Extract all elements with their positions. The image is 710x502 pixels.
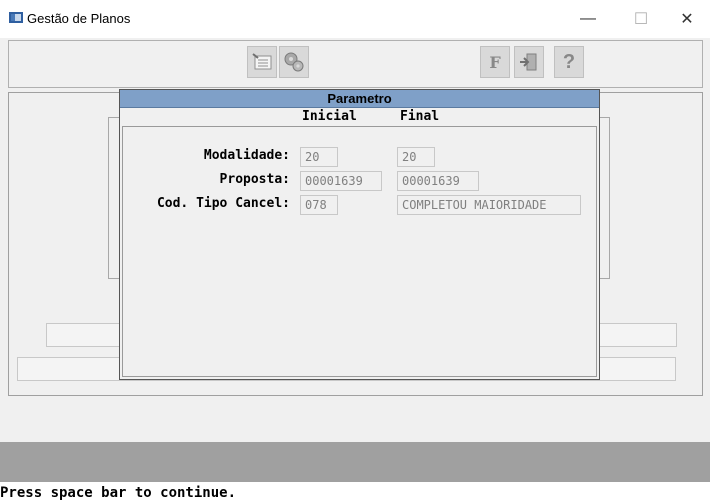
- modalidade-final-field[interactable]: 20: [397, 147, 435, 167]
- help-question-icon: ?: [562, 50, 576, 73]
- app-icon: [9, 12, 23, 23]
- parametro-dialog: Parametro Inicial Final Modalidade: 20 2…: [119, 89, 600, 380]
- dialog-title: Parametro: [120, 90, 599, 108]
- column-header-final: Final: [400, 109, 440, 124]
- settings-button[interactable]: [279, 46, 309, 78]
- maximize-button[interactable]: ☐: [618, 4, 664, 34]
- maximize-icon: ☐: [633, 11, 649, 28]
- close-icon: ✕: [680, 11, 694, 28]
- proposta-final-field[interactable]: 00001639: [397, 171, 479, 191]
- exit-door-icon: [520, 53, 537, 71]
- cod-tipo-cancel-final-field[interactable]: COMPLETOU MAIORIDADE: [397, 195, 581, 215]
- help-button[interactable]: ?: [554, 46, 584, 78]
- minimize-button[interactable]: —: [565, 4, 611, 34]
- window-title: Gestão de Planos: [27, 11, 131, 26]
- f-key-icon: F: [489, 52, 501, 72]
- column-header-inicial: Inicial: [302, 109, 357, 124]
- proposta-inicial-field[interactable]: 00001639: [300, 171, 382, 191]
- close-button[interactable]: ✕: [664, 4, 710, 34]
- status-message: Press space bar to continue.: [0, 485, 237, 501]
- edit-list-button[interactable]: [247, 46, 277, 78]
- cod-tipo-cancel-inicial-field[interactable]: 078: [300, 195, 338, 215]
- settings-gears-icon: [284, 52, 304, 72]
- toolbar: [8, 40, 703, 88]
- exit-button[interactable]: [514, 46, 544, 78]
- dialog-inner-frame: [122, 126, 597, 377]
- label-modalidade: Modalidade:: [203, 148, 290, 163]
- label-cod-tipo-cancel: Cod. Tipo Cancel:: [156, 196, 290, 211]
- minimize-icon: —: [580, 10, 596, 27]
- bottom-panel: [0, 442, 710, 482]
- f-key-button[interactable]: F: [480, 46, 510, 78]
- edit-list-icon: [252, 53, 272, 70]
- label-proposta: Proposta:: [219, 172, 290, 187]
- modalidade-inicial-field[interactable]: 20: [300, 147, 338, 167]
